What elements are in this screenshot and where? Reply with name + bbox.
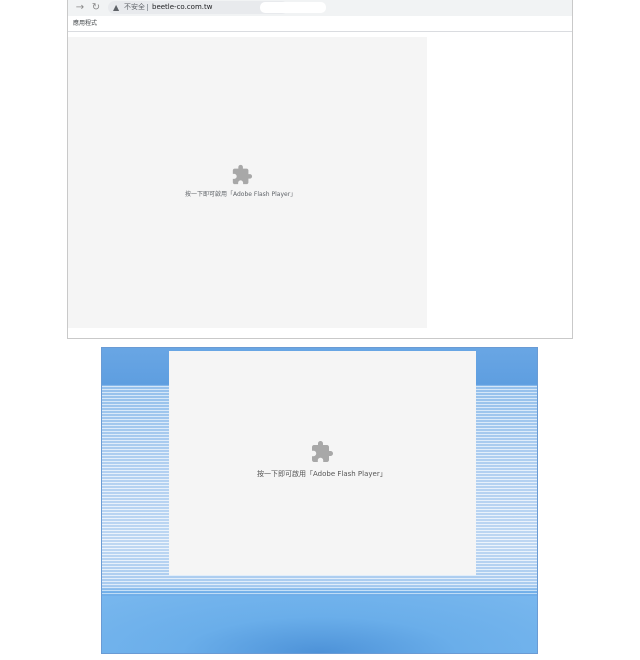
warning-triangle-icon[interactable]: ▲ [113, 1, 119, 14]
browser-toolbar: → ↻ ▲ 不安全 beetle-co.com.tw [68, 0, 572, 16]
puzzle-piece-icon [232, 164, 253, 185]
omnibox-suggestion-area [260, 2, 326, 13]
puzzle-piece-icon [312, 441, 333, 462]
arrow-right-icon[interactable]: → [74, 2, 86, 14]
bookmarks-bar: 應用程式 [68, 16, 572, 32]
address-bar[interactable]: ▲ 不安全 beetle-co.com.tw [108, 1, 326, 14]
flash-activate-message[interactable]: 按一下即可啟用「Adobe Flash Player」 [257, 469, 387, 479]
omnibox-separator [147, 4, 148, 11]
flash-plugin-placeholder[interactable]: 按一下即可啟用「Adobe Flash Player」 [68, 37, 427, 328]
security-status-label[interactable]: 不安全 [124, 1, 145, 14]
site-banner: 按一下即可啟用「Adobe Flash Player」 [101, 347, 538, 654]
flash-plugin-placeholder-large[interactable]: 按一下即可啟用「Adobe Flash Player」 [169, 351, 476, 575]
browser-window: → ↻ ▲ 不安全 beetle-co.com.tw 應用程式 按一下即可啟用「… [67, 0, 573, 339]
url-text[interactable]: beetle-co.com.tw [152, 1, 212, 14]
reload-icon[interactable]: ↻ [90, 2, 102, 14]
banner-bottom-glow [102, 596, 537, 653]
flash-activate-message[interactable]: 按一下即可啟用「Adobe Flash Player」 [185, 190, 296, 199]
bookmark-apps[interactable]: 應用程式 [73, 19, 97, 28]
